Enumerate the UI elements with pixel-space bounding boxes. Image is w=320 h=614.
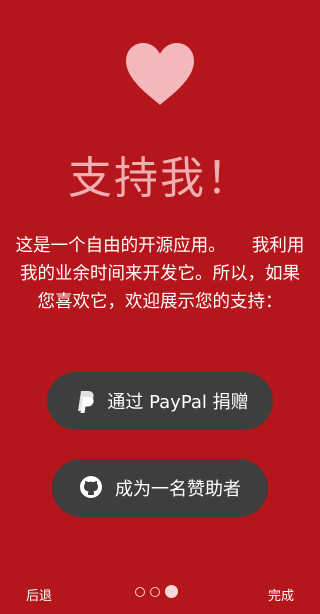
heart-icon <box>124 41 196 107</box>
paypal-icon <box>71 388 97 414</box>
become-sponsor-button[interactable]: 成为一名赞助者 <box>52 459 268 517</box>
become-sponsor-label: 成为一名赞助者 <box>115 479 241 500</box>
page-dot-2[interactable] <box>150 586 160 597</box>
page-dot-1[interactable] <box>135 586 145 597</box>
back-button[interactable]: 后退 <box>26 585 52 604</box>
support-description: 这是一个自由的开源应用。 我利用我的业余时间来开发它。所以，如果您喜欢它，欢迎展… <box>15 236 305 312</box>
paypal-donate-button[interactable]: 通过 PayPal 捐赠 <box>47 372 273 430</box>
done-button[interactable]: 完成 <box>268 585 294 604</box>
page-indicator <box>135 585 183 598</box>
paypal-donate-label: 通过 PayPal 捐赠 <box>107 392 249 413</box>
github-icon <box>79 475 105 501</box>
page-title: 支持我！ <box>68 153 252 204</box>
page-dot-3-active[interactable] <box>165 585 178 598</box>
